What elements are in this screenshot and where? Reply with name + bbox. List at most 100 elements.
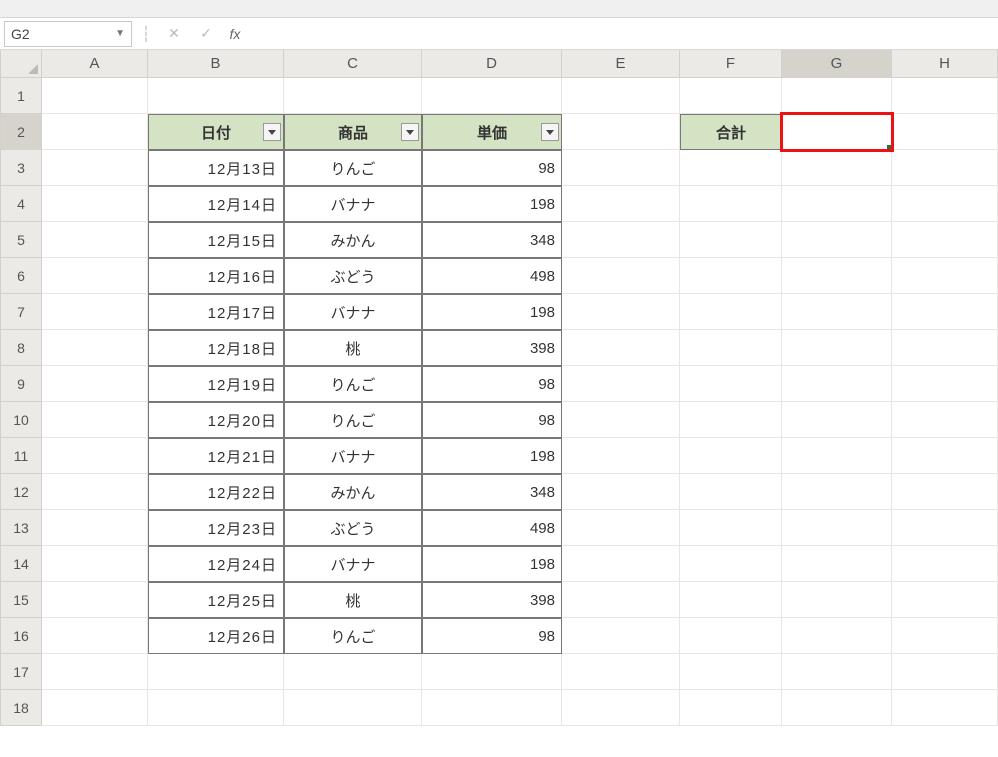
cancel-button[interactable]: ✕ [160, 21, 188, 47]
cell-G12[interactable] [782, 474, 892, 510]
cell-D2[interactable]: 単価 [422, 114, 562, 150]
cell-E3[interactable] [562, 150, 680, 186]
cell-H4[interactable] [892, 186, 998, 222]
cell-H7[interactable] [892, 294, 998, 330]
col-header-A[interactable]: A [42, 50, 148, 78]
cell-D15[interactable]: 398 [422, 582, 562, 618]
cell-G7[interactable] [782, 294, 892, 330]
cell-H14[interactable] [892, 546, 998, 582]
row-header-14[interactable]: 14 [0, 546, 42, 582]
cell-F4[interactable] [680, 186, 782, 222]
col-header-E[interactable]: E [562, 50, 680, 78]
cell-A12[interactable] [42, 474, 148, 510]
cell-D10[interactable]: 98 [422, 402, 562, 438]
cell-C16[interactable]: りんご [284, 618, 422, 654]
cell-H16[interactable] [892, 618, 998, 654]
row-header-5[interactable]: 5 [0, 222, 42, 258]
cell-E1[interactable] [562, 78, 680, 114]
cell-C15[interactable]: 桃 [284, 582, 422, 618]
cell-F16[interactable] [680, 618, 782, 654]
cell-G3[interactable] [782, 150, 892, 186]
col-header-D[interactable]: D [422, 50, 562, 78]
cell-C14[interactable]: バナナ [284, 546, 422, 582]
row-header-8[interactable]: 8 [0, 330, 42, 366]
cell-G5[interactable] [782, 222, 892, 258]
cell-F6[interactable] [680, 258, 782, 294]
cell-H9[interactable] [892, 366, 998, 402]
row-header-16[interactable]: 16 [0, 618, 42, 654]
col-header-G[interactable]: G [782, 50, 892, 78]
row-header-17[interactable]: 17 [0, 654, 42, 690]
cell-A8[interactable] [42, 330, 148, 366]
cell-E10[interactable] [562, 402, 680, 438]
col-header-B[interactable]: B [148, 50, 284, 78]
cell-F12[interactable] [680, 474, 782, 510]
cell-G6[interactable] [782, 258, 892, 294]
cell-A9[interactable] [42, 366, 148, 402]
cell-B1[interactable] [148, 78, 284, 114]
cell-C8[interactable]: 桃 [284, 330, 422, 366]
cell-C9[interactable]: りんご [284, 366, 422, 402]
cell-G14[interactable] [782, 546, 892, 582]
row-header-18[interactable]: 18 [0, 690, 42, 726]
cell-A6[interactable] [42, 258, 148, 294]
cell-C5[interactable]: みかん [284, 222, 422, 258]
row-header-2[interactable]: 2 [0, 114, 42, 150]
cell-B7[interactable]: 12月17日 [148, 294, 284, 330]
cell-A2[interactable] [42, 114, 148, 150]
cell-G2[interactable] [782, 114, 892, 150]
cell-B3[interactable]: 12月13日 [148, 150, 284, 186]
cell-D17[interactable] [422, 654, 562, 690]
cell-A14[interactable] [42, 546, 148, 582]
row-header-15[interactable]: 15 [0, 582, 42, 618]
cell-B14[interactable]: 12月24日 [148, 546, 284, 582]
cell-C6[interactable]: ぶどう [284, 258, 422, 294]
cell-E6[interactable] [562, 258, 680, 294]
filter-button[interactable] [263, 123, 281, 141]
row-header-11[interactable]: 11 [0, 438, 42, 474]
cell-G4[interactable] [782, 186, 892, 222]
cell-A5[interactable] [42, 222, 148, 258]
row-header-3[interactable]: 3 [0, 150, 42, 186]
cell-E14[interactable] [562, 546, 680, 582]
cell-E18[interactable] [562, 690, 680, 726]
cell-A10[interactable] [42, 402, 148, 438]
cell-F14[interactable] [680, 546, 782, 582]
cell-G15[interactable] [782, 582, 892, 618]
cell-C10[interactable]: りんご [284, 402, 422, 438]
cell-E12[interactable] [562, 474, 680, 510]
cell-B17[interactable] [148, 654, 284, 690]
cell-D12[interactable]: 348 [422, 474, 562, 510]
cell-C4[interactable]: バナナ [284, 186, 422, 222]
cell-D3[interactable]: 98 [422, 150, 562, 186]
cell-G10[interactable] [782, 402, 892, 438]
cell-H15[interactable] [892, 582, 998, 618]
cell-D9[interactable]: 98 [422, 366, 562, 402]
cell-B5[interactable]: 12月15日 [148, 222, 284, 258]
cell-C13[interactable]: ぶどう [284, 510, 422, 546]
row-header-6[interactable]: 6 [0, 258, 42, 294]
filter-button[interactable] [401, 123, 419, 141]
cell-C2[interactable]: 商品 [284, 114, 422, 150]
cell-A3[interactable] [42, 150, 148, 186]
row-header-4[interactable]: 4 [0, 186, 42, 222]
cell-B6[interactable]: 12月16日 [148, 258, 284, 294]
cell-H18[interactable] [892, 690, 998, 726]
row-header-13[interactable]: 13 [0, 510, 42, 546]
cell-F9[interactable] [680, 366, 782, 402]
cell-A7[interactable] [42, 294, 148, 330]
cell-D7[interactable]: 198 [422, 294, 562, 330]
cell-G8[interactable] [782, 330, 892, 366]
cell-H5[interactable] [892, 222, 998, 258]
cell-G16[interactable] [782, 618, 892, 654]
cell-B8[interactable]: 12月18日 [148, 330, 284, 366]
cell-E17[interactable] [562, 654, 680, 690]
cell-G13[interactable] [782, 510, 892, 546]
cell-D13[interactable]: 498 [422, 510, 562, 546]
row-header-10[interactable]: 10 [0, 402, 42, 438]
cell-D8[interactable]: 398 [422, 330, 562, 366]
cell-C3[interactable]: りんご [284, 150, 422, 186]
cell-B18[interactable] [148, 690, 284, 726]
cell-F5[interactable] [680, 222, 782, 258]
col-header-F[interactable]: F [680, 50, 782, 78]
